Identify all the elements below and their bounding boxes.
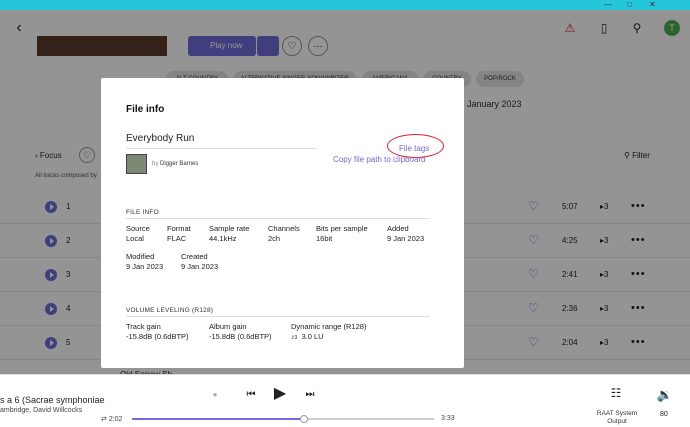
copy-path-link[interactable]: Copy file path to clipboard — [333, 155, 426, 164]
added-label: Added — [387, 224, 409, 233]
volume-leveling-heading: VOLUME LEVELING (R128) — [126, 307, 214, 314]
divider — [126, 218, 430, 219]
album-gain-label: Album gain — [209, 322, 247, 331]
total-time: 3:33 — [441, 415, 455, 422]
created-value: 9 Jan 2023 — [181, 262, 219, 271]
window-titlebar — [0, 0, 690, 10]
channels-label: Channels — [268, 224, 300, 233]
bits-value: 16bit — [316, 234, 333, 243]
channels-value: 2ch — [268, 234, 281, 243]
bits-label: Bits per sample — [316, 224, 368, 233]
next-icon[interactable]: ⏭ — [303, 387, 317, 401]
maximize-icon[interactable]: □ — [627, 0, 632, 9]
repeat-icon[interactable]: ⇄ — [101, 416, 107, 423]
sample-rate-label: Sample rate — [209, 224, 250, 233]
player-bar: s a 6 (Sacrae symphoniae ambridge, David… — [0, 374, 690, 427]
now-playing-artist[interactable]: ambridge, David Willcocks — [0, 407, 82, 414]
progress-fill — [132, 418, 305, 420]
added-value: 9 Jan 2023 — [387, 234, 425, 243]
track-gain-value: -15.8dB (0.6dBTP) — [126, 332, 189, 341]
file-info-heading: FILE INFO — [126, 209, 159, 216]
previous-icon[interactable]: ⏮ — [244, 387, 258, 401]
progress-track[interactable] — [132, 415, 434, 423]
source-value: Local — [126, 234, 144, 243]
dialog-title: File info — [126, 104, 165, 115]
dynamic-range-value: ♪3 3.0 LU — [291, 332, 324, 341]
file-info-dialog: File info Everybody Run by Digger Barnes… — [101, 78, 464, 368]
dynamic-range-label: Dynamic range (R128) — [291, 322, 367, 331]
modified-value: 9 Jan 2023 — [126, 262, 164, 271]
modified-label: Modified — [126, 252, 155, 261]
close-icon[interactable]: ✕ — [649, 0, 656, 9]
minimize-icon[interactable]: — — [604, 0, 612, 9]
zone-name[interactable]: RAAT System Output — [592, 410, 642, 426]
track-artist: by Digger Barnes — [152, 161, 199, 167]
album-gain-value: -15.8dB (0.6dBTP) — [209, 332, 272, 341]
progress-handle[interactable] — [300, 415, 309, 423]
track-cover-art — [126, 154, 147, 174]
format-value: FLAC — [167, 234, 187, 243]
zone-icon[interactable]: ☷ — [606, 385, 626, 401]
track-gain-label: Track gain — [126, 322, 161, 331]
volume-icon[interactable]: 🔉 — [656, 387, 674, 403]
elapsed-time: ⇄ 2:02 — [101, 416, 123, 423]
now-playing-title[interactable]: s a 6 (Sacrae symphoniae — [0, 395, 105, 405]
track-title: Everybody Run — [126, 133, 195, 144]
format-label: Format — [167, 224, 191, 233]
shuffle-icon[interactable]: ● — [210, 389, 220, 399]
sample-rate-value: 44.1kHz — [209, 234, 237, 243]
play-icon[interactable]: ▶ — [271, 384, 289, 402]
divider — [126, 148, 316, 149]
created-label: Created — [181, 252, 208, 261]
source-label: Source — [126, 224, 150, 233]
volume-level: 80 — [660, 411, 668, 418]
divider — [126, 316, 430, 317]
